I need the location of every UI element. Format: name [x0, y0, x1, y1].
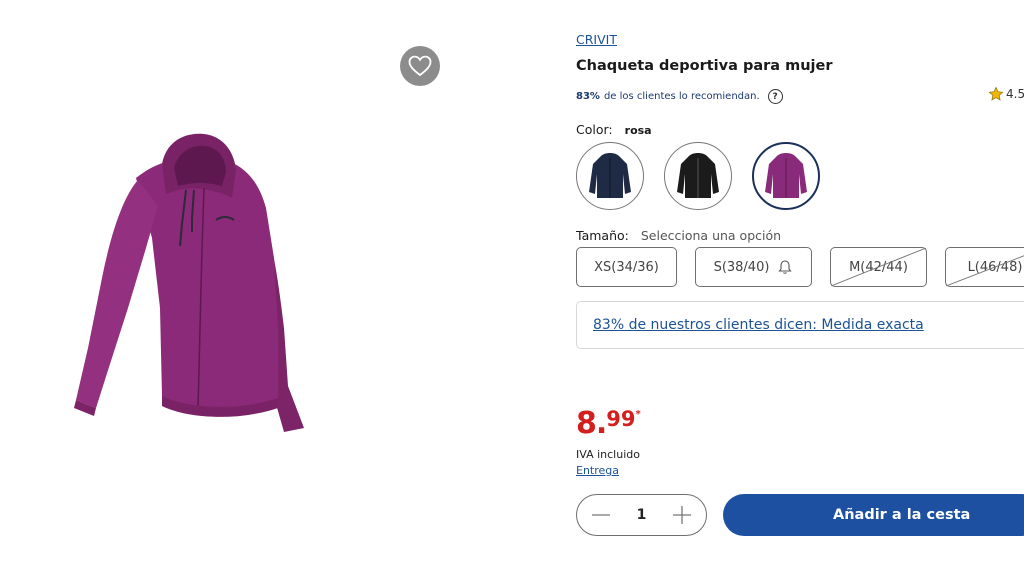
fit-info-box: 83% de nuestros clientes dicen: Medida e… [576, 301, 1024, 349]
jacket-thumbnail-icon [765, 153, 807, 198]
vat-note: IVA incluido [576, 448, 640, 461]
recommend-text: de los clientes lo recomiendan. [603, 91, 760, 102]
increase-button[interactable] [670, 503, 694, 527]
fit-info-link[interactable]: 83% de nuestros clientes dicen: Medida e… [593, 317, 924, 333]
color-label: Color: [576, 122, 613, 137]
price-asterisk: * [635, 409, 641, 420]
size-option-s[interactable]: S(38/40) [695, 247, 812, 287]
product-image[interactable] [66, 128, 318, 440]
unavailable-strike [946, 255, 1024, 286]
plus-icon [673, 506, 691, 524]
size-option-m[interactable]: M(42/44) [830, 247, 927, 287]
product-gallery [0, 0, 560, 576]
color-selector-label: Color: rosa [576, 122, 652, 137]
minus-icon [592, 514, 610, 516]
rating[interactable]: 4.5 [988, 86, 1024, 102]
product-info: CRIVIT Chaqueta deportiva para mujer 83%… [576, 0, 1024, 576]
color-swatch-navy[interactable] [576, 142, 644, 210]
unavailable-strike [831, 248, 926, 286]
color-swatches [576, 142, 840, 210]
jacket-thumbnail-icon [589, 153, 631, 198]
product-title: Chaqueta deportiva para mujer [576, 58, 833, 74]
heart-icon [408, 55, 432, 77]
size-options: XS(34/36) S(38/40) M(42/44) L(46/48) [576, 247, 1024, 287]
price-integer: 8. [576, 406, 607, 441]
price: 8. 99 * [576, 404, 641, 444]
price-cents: 99 [606, 407, 636, 431]
decrease-button[interactable] [589, 503, 613, 527]
quantity-value[interactable]: 1 [637, 507, 647, 523]
size-option-label: XS(34/36) [594, 259, 659, 275]
size-option-l[interactable]: L(46/48) [945, 247, 1024, 287]
favorite-button[interactable] [400, 46, 440, 86]
size-selector-label: Tamaño: Selecciona una opción [576, 228, 781, 243]
help-icon[interactable]: ? [767, 89, 783, 104]
bell-icon [778, 260, 793, 274]
size-hint: Selecciona una opción [640, 228, 782, 243]
selected-color: rosa [624, 124, 652, 137]
brand-link[interactable]: CRIVIT [576, 32, 617, 47]
rating-value: 4.5 [1006, 87, 1024, 101]
color-swatch-rosa[interactable] [752, 142, 820, 210]
recommendation: 83% de los clientes lo recomiendan. ? [576, 89, 783, 104]
recommend-percent: 83% [576, 91, 600, 102]
delivery-link[interactable]: Entrega [576, 464, 619, 477]
size-label: Tamaño: [576, 228, 629, 243]
add-to-cart-button[interactable]: Añadir a la cesta [723, 494, 1024, 536]
jacket-thumbnail-icon [677, 153, 719, 198]
size-option-label: S(38/40) [713, 259, 770, 275]
quantity-stepper: 1 [576, 494, 707, 536]
size-option-xs[interactable]: XS(34/36) [576, 247, 677, 287]
star-icon [988, 86, 1004, 101]
color-swatch-black[interactable] [664, 142, 732, 210]
